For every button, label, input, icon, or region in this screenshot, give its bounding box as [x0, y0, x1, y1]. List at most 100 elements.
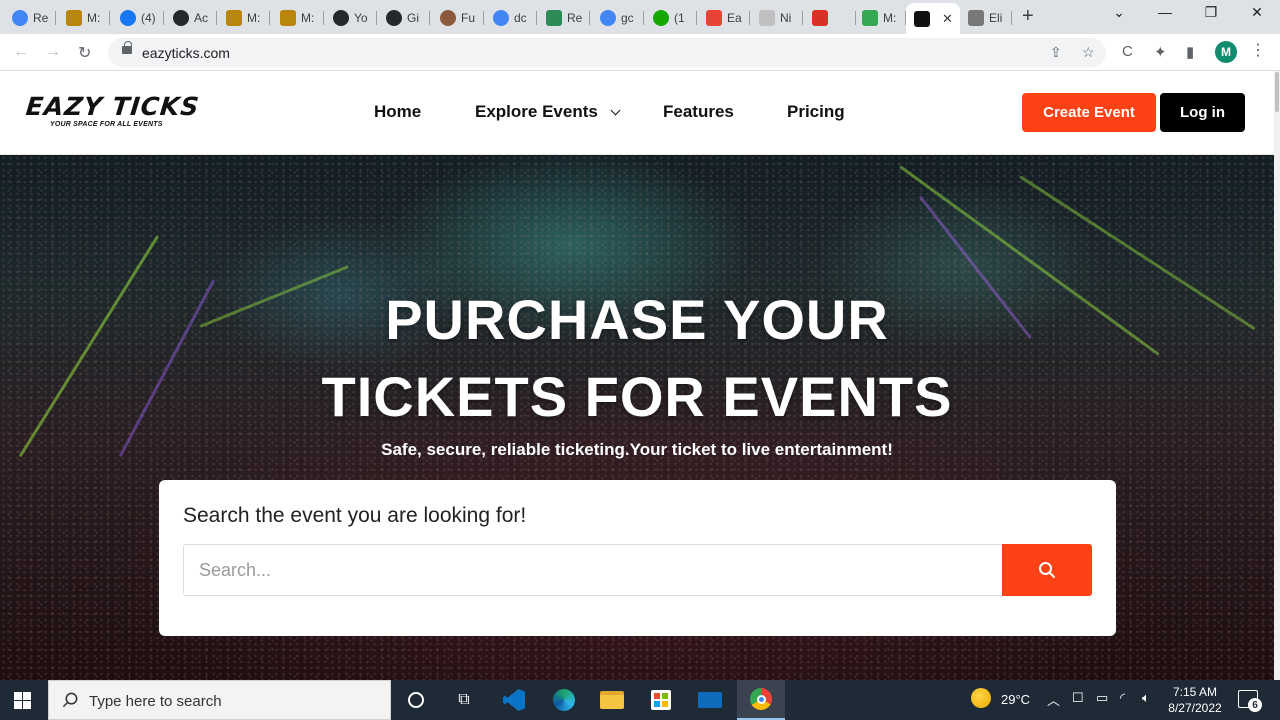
restore-button[interactable]: ❐: [1191, 4, 1231, 21]
browser-tab[interactable]: dc: [485, 5, 537, 31]
search-button[interactable]: [1002, 544, 1092, 596]
browser-tab[interactable]: Re: [538, 5, 590, 31]
address-bar[interactable]: eazyticks.com ⇪ ☆: [108, 38, 1106, 67]
chrome-taskbar-icon[interactable]: [737, 680, 785, 720]
taskbar-search-placeholder: Type here to search: [89, 693, 222, 710]
close-tab-icon[interactable]: ✕: [942, 11, 953, 27]
nav-features[interactable]: Features: [663, 102, 734, 122]
browser-tab-label: (4): [141, 11, 156, 25]
vscode-icon[interactable]: [490, 680, 538, 720]
event-search-input[interactable]: [183, 544, 1002, 596]
create-event-button[interactable]: Create Event: [1022, 93, 1156, 132]
weather-icon[interactable]: [971, 688, 991, 708]
browser-tab[interactable]: Yo: [325, 5, 377, 31]
profile-photo-icon: [66, 10, 82, 26]
task-view-icon[interactable]: ⧉: [440, 680, 488, 720]
minimize-button[interactable]: —: [1145, 4, 1185, 20]
eazyticks-icon: [914, 10, 930, 27]
eazyticks-logo[interactable]: EAZY TICKS YOUR SPACE FOR ALL EVENTS: [24, 92, 202, 128]
github-icon: [386, 10, 402, 26]
browser-tab-label: Ni: [780, 11, 792, 25]
browser-tab[interactable]: Re: [4, 5, 56, 31]
browser-tab-label: M:: [87, 11, 101, 25]
nav-home[interactable]: Home: [374, 102, 421, 122]
feather-icon: [759, 10, 775, 26]
windows-taskbar: Type here to search ⧉ 29°C ︿ ☐ ▭ ◜ 🔈︎ 7:…: [0, 680, 1280, 720]
reload-icon[interactable]: ↻: [78, 43, 91, 63]
share-icon[interactable]: ⇪: [1050, 44, 1062, 61]
google-icon: [493, 10, 509, 26]
browser-tab[interactable]: ✕: [906, 3, 960, 34]
hero-title-line-1: PURCHASE YOUR: [385, 288, 889, 351]
microsoft-store-icon[interactable]: [637, 680, 685, 720]
nav-explore-events-label: Explore Events: [475, 102, 598, 121]
logo-tagline: YOUR SPACE FOR ALL EVENTS: [50, 121, 163, 128]
tab-search-chevron-icon[interactable]: ⌄: [1099, 4, 1139, 21]
browser-tab[interactable]: Gi: [378, 5, 430, 31]
bookmark-star-icon[interactable]: ☆: [1082, 44, 1095, 61]
browser-tab-label: M:: [247, 11, 261, 25]
browser-tab[interactable]: Ac: [165, 5, 217, 31]
browser-tab-label: Re: [33, 11, 49, 25]
profile-avatar[interactable]: M: [1215, 41, 1237, 63]
weather-temperature[interactable]: 29°C: [1001, 692, 1030, 707]
browser-tab[interactable]: M:: [854, 5, 906, 31]
taskbar-search-box[interactable]: Type here to search: [48, 680, 391, 720]
url-text[interactable]: eazyticks.com: [142, 45, 230, 61]
forward-arrow-icon[interactable]: →: [45, 43, 61, 61]
new-tab-button[interactable]: +: [1022, 6, 1034, 26]
nav-pricing-label: Pricing: [787, 102, 845, 121]
side-panel-icon[interactable]: ▮: [1186, 43, 1194, 61]
cortana-icon[interactable]: [392, 680, 440, 720]
menu-kebab-icon[interactable]: ⋮: [1250, 42, 1266, 60]
browser-tab-label: Eli: [989, 11, 1003, 25]
search-card: Search the event you are looking for!: [159, 480, 1116, 636]
volume-icon[interactable]: 🔈︎: [1142, 690, 1150, 706]
browser-tab[interactable]: M:: [218, 5, 270, 31]
extension-c-icon[interactable]: C: [1122, 43, 1133, 60]
notification-count-badge: 6: [1248, 698, 1262, 712]
page-viewport: EAZY TICKS YOUR SPACE FOR ALL EVENTS Hom…: [0, 71, 1274, 680]
browser-tab[interactable]: (4): [112, 5, 164, 31]
close-window-button[interactable]: ✕: [1237, 4, 1277, 21]
windows-start-icon[interactable]: [14, 692, 31, 709]
meet-now-icon[interactable]: ☐: [1072, 690, 1084, 706]
back-arrow-icon[interactable]: ←: [13, 43, 29, 61]
browser-tab[interactable]: (1: [645, 5, 697, 31]
browser-tab-label: Fu: [461, 11, 476, 25]
browser-tab-label: Ac: [194, 11, 209, 25]
lock-icon[interactable]: [122, 41, 132, 54]
github-icon: [333, 10, 349, 26]
battery-icon[interactable]: ▭: [1096, 690, 1108, 706]
browser-tab-label: Re: [567, 11, 583, 25]
browser-tab-label: M:: [301, 11, 315, 25]
extensions-puzzle-icon[interactable]: ✦: [1154, 43, 1167, 61]
page-scrollbar[interactable]: [1274, 71, 1280, 680]
browser-tab[interactable]: M:: [58, 5, 110, 31]
browser-tab[interactable]: M:: [272, 5, 324, 31]
search-icon: [62, 692, 78, 708]
browser-tab-label: Ea: [727, 11, 742, 25]
edge-icon[interactable]: [540, 680, 588, 720]
browser-tab[interactable]: Ni: [751, 5, 803, 31]
browser-tab-label: gc: [621, 11, 634, 25]
upwork-icon: [653, 10, 669, 26]
hero-title-line-2: TICKETS FOR EVENTS: [321, 365, 953, 428]
browser-tab[interactable]: [804, 5, 856, 31]
logo-text: EAZY TICKS: [24, 92, 202, 121]
mail-icon[interactable]: [686, 680, 734, 720]
login-button[interactable]: Log in: [1160, 93, 1245, 132]
browser-tab[interactable]: gc: [592, 5, 644, 31]
nav-explore-events[interactable]: Explore Events: [475, 102, 621, 122]
browser-tab[interactable]: Fu: [432, 5, 484, 31]
browser-tab[interactable]: Eli: [960, 5, 1012, 31]
wifi-icon[interactable]: ◜: [1120, 690, 1125, 706]
browser-tab[interactable]: Ea: [698, 5, 750, 31]
browser-toolbar: ← → ↻ eazyticks.com ⇪ ☆ C ✦ ▮ M ⋮: [0, 34, 1280, 71]
clock-time: 7:15 AM: [1172, 685, 1218, 699]
file-explorer-icon[interactable]: [588, 680, 636, 720]
system-clock[interactable]: 7:15 AM 8/27/2022: [1160, 684, 1230, 716]
tray-overflow-chevron-icon[interactable]: ︿: [1047, 690, 1060, 709]
nav-pricing[interactable]: Pricing: [787, 102, 845, 122]
page-scrollbar-thumb[interactable]: [1275, 72, 1279, 112]
